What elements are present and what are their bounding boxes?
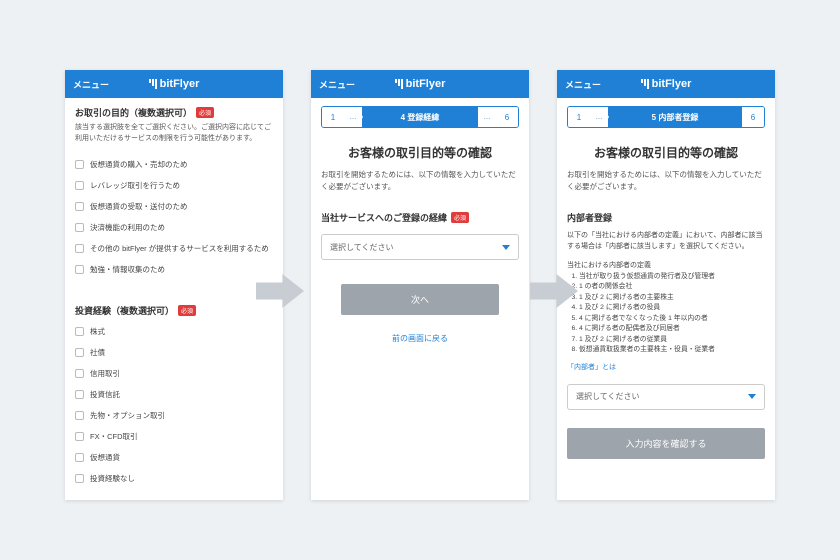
checkbox-label: 信用取引 <box>90 368 120 379</box>
page-desc: お取引を開始するためには、以下の情報を入力していただく必要がございます。 <box>321 169 519 193</box>
section-title-experience: 投資経験（複数選択可） 必須 <box>75 304 273 317</box>
back-link[interactable]: 前の画面に戻る <box>321 333 519 344</box>
step-dots: … <box>478 107 496 127</box>
screen-1-purpose: メニュー bitFlyer お取引の目的（複数選択可） 必須 該当する選択肢を全… <box>65 70 283 500</box>
checkbox-icon <box>75 244 84 253</box>
insider-def-item: 4 に掲げる者の配偶者及び同居者 <box>579 324 765 335</box>
required-badge: 必須 <box>196 107 214 118</box>
step-6: 6 <box>742 107 764 127</box>
insider-def-item: 4 に掲げる者でなくなった後 1 年以内の者 <box>579 314 765 325</box>
app-header: メニュー bitFlyer <box>311 70 529 98</box>
checkbox-icon <box>75 474 84 483</box>
checkbox-icon <box>75 327 84 336</box>
checkbox-icon <box>75 369 84 378</box>
brand-bars-icon <box>641 79 649 89</box>
insider-def-item: 1 及び 2 に掲げる者の従業員 <box>579 335 765 346</box>
step-1: 1 <box>568 107 590 127</box>
checkbox-label: 先物・オプション取引 <box>90 410 165 421</box>
step-1: 1 <box>322 107 344 127</box>
select-placeholder: 選択してください <box>576 391 640 402</box>
checkbox-option[interactable]: FX・CFD取引 <box>75 426 273 447</box>
insider-subhead: 内部者登録 <box>567 211 765 224</box>
checkbox-option[interactable]: 投資信託 <box>75 384 273 405</box>
app-header: メニュー bitFlyer <box>65 70 283 98</box>
checkbox-option[interactable]: 仮想通貨の受取・送付のため <box>75 196 273 217</box>
insider-def-item: 1 及び 2 に掲げる者の主要株主 <box>579 293 765 304</box>
brand-bars-icon <box>395 79 403 89</box>
page-title: お客様の取引目的等の確認 <box>567 144 765 161</box>
checkbox-label: 仮想通貨の受取・送付のため <box>90 201 188 212</box>
page-desc: お取引を開始するためには、以下の情報を入力していただく必要がございます。 <box>567 169 765 193</box>
section-title-purpose: お取引の目的（複数選択可） 必須 <box>75 106 273 119</box>
checkbox-option[interactable]: 勉強・情報収集のため <box>75 259 273 280</box>
checkbox-icon <box>75 181 84 190</box>
required-badge: 必須 <box>451 212 469 223</box>
brand-bars-icon <box>149 79 157 89</box>
checkbox-label: レバレッジ取引を行うため <box>90 180 180 191</box>
checkbox-icon <box>75 411 84 420</box>
chevron-down-icon <box>502 245 510 250</box>
select-placeholder: 選択してください <box>330 242 394 253</box>
checkbox-icon <box>75 453 84 462</box>
insider-def-link[interactable]: 「内部者」とは <box>567 362 765 372</box>
route-select[interactable]: 選択してください <box>321 234 519 260</box>
checkbox-label: 仮想通貨 <box>90 452 120 463</box>
insider-def-item: 1 及び 2 に掲げる者の役員 <box>579 303 765 314</box>
checkbox-option[interactable]: レバレッジ取引を行うため <box>75 175 273 196</box>
checkbox-icon <box>75 160 84 169</box>
step-dots: … <box>344 107 362 127</box>
checkbox-icon <box>75 265 84 274</box>
screen-2-registration-route: メニュー bitFlyer 1 … 4 登録経緯 … 6 お客様の取引目的等の確… <box>311 70 529 500</box>
next-button[interactable]: 次へ <box>341 284 499 315</box>
step-active: 4 登録経緯 <box>362 107 478 127</box>
insider-def-item: 1 の者の関係会社 <box>579 282 765 293</box>
checkbox-icon <box>75 202 84 211</box>
insider-def-list: 当社が取り扱う仮想通貨の発行者及び管理者1 の者の関係会社1 及び 2 に掲げる… <box>567 272 765 356</box>
insider-def-label: 当社における内部者の定義 <box>567 260 765 271</box>
checkbox-option[interactable]: その他の bitFlyer が提供するサービスを利用するため <box>75 238 273 259</box>
checkbox-label: FX・CFD取引 <box>90 431 138 442</box>
checkbox-label: 株式 <box>90 326 105 337</box>
page-title: お客様の取引目的等の確認 <box>321 144 519 161</box>
chevron-down-icon <box>748 394 756 399</box>
menu-button[interactable]: メニュー <box>319 78 355 91</box>
menu-button[interactable]: メニュー <box>565 78 601 91</box>
field-label-route: 当社サービスへのご登録の経緯 必須 <box>321 211 519 224</box>
checkbox-label: 投資信託 <box>90 389 120 400</box>
checkbox-option[interactable]: 決済機能の利用のため <box>75 217 273 238</box>
step-6: 6 <box>496 107 518 127</box>
step-dots: … <box>590 107 608 127</box>
section-desc: 該当する選択肢を全てご選択ください。ご選択内容に応じてご利用いただけるサービスの… <box>75 123 273 144</box>
step-active: 5 内部者登録 <box>608 107 742 127</box>
insider-def-item: 仮想通貨取扱業者の主要株主・役員・従業者 <box>579 345 765 356</box>
progress-stepper: 1 … 5 内部者登録 6 <box>567 106 765 128</box>
checkbox-label: 勉強・情報収集のため <box>90 264 165 275</box>
screen-3-insider: メニュー bitFlyer 1 … 5 内部者登録 6 お客様の取引目的等の確認… <box>557 70 775 500</box>
checkbox-icon <box>75 432 84 441</box>
confirm-button[interactable]: 入力内容を確認する <box>567 428 765 459</box>
app-header: メニュー bitFlyer <box>557 70 775 98</box>
checkbox-icon <box>75 223 84 232</box>
checkbox-option[interactable]: 信用取引 <box>75 363 273 384</box>
progress-stepper: 1 … 4 登録経緯 … 6 <box>321 106 519 128</box>
checkbox-option[interactable]: 仮想通貨 <box>75 447 273 468</box>
menu-button[interactable]: メニュー <box>73 78 109 91</box>
insider-select[interactable]: 選択してください <box>567 384 765 410</box>
checkbox-option[interactable]: 社債 <box>75 342 273 363</box>
checkbox-option[interactable]: 株式 <box>75 321 273 342</box>
checkbox-label: 決済機能の利用のため <box>90 222 165 233</box>
checkbox-option[interactable]: 先物・オプション取引 <box>75 405 273 426</box>
checkbox-label: その他の bitFlyer が提供するサービスを利用するため <box>90 243 269 254</box>
insider-def-item: 当社が取り扱う仮想通貨の発行者及び管理者 <box>579 272 765 283</box>
checkbox-label: 投資経験なし <box>90 473 135 484</box>
insider-desc: 以下の「当社における内部者の定義」において、内部者に該当する場合は「内部者に該当… <box>567 230 765 252</box>
checkbox-icon <box>75 348 84 357</box>
checkbox-icon <box>75 390 84 399</box>
checkbox-option[interactable]: 仮想通貨の購入・売却のため <box>75 154 273 175</box>
required-badge: 必須 <box>178 305 196 316</box>
checkbox-label: 社債 <box>90 347 105 358</box>
checkbox-label: 仮想通貨の購入・売却のため <box>90 159 188 170</box>
checkbox-option[interactable]: 投資経験なし <box>75 468 273 489</box>
